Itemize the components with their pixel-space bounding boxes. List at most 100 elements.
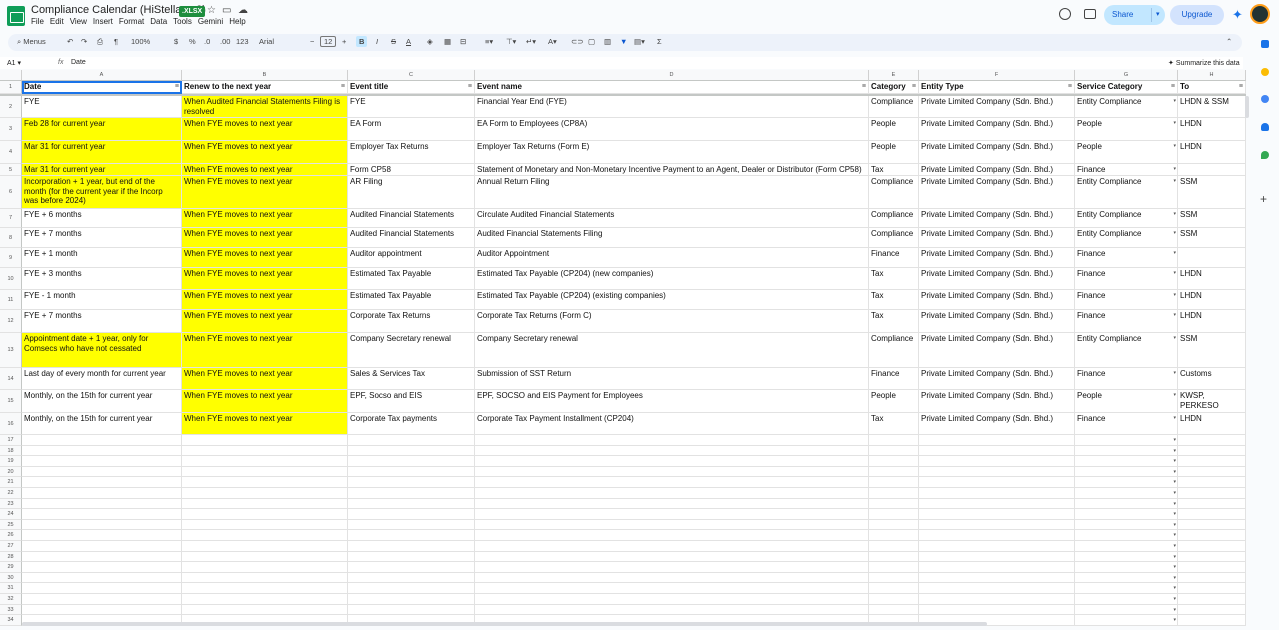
move-folder-icon[interactable]: ▭	[222, 5, 231, 16]
empty-cell-g[interactable]: ▾	[1075, 615, 1178, 626]
dropdown-chevron-icon[interactable]: ▾	[1173, 553, 1176, 562]
table-cell-c[interactable]: EPF, Socso and EIS	[348, 390, 475, 413]
menu-insert[interactable]: Insert	[93, 17, 113, 26]
paint-format-icon[interactable]: ¶	[114, 37, 118, 46]
empty-cell-d[interactable]	[475, 488, 869, 499]
table-cell-e[interactable]: Tax	[869, 310, 919, 333]
table-cell-g[interactable]: Finance ▾	[1075, 248, 1178, 268]
horizontal-align-icon[interactable]: ≡▾	[485, 37, 493, 46]
share-button[interactable]: Share ▾	[1104, 5, 1165, 25]
star-icon[interactable]: ☆	[207, 5, 216, 16]
empty-cell-e[interactable]	[869, 488, 919, 499]
empty-cell-g[interactable]: ▾	[1075, 604, 1178, 616]
empty-cell-b[interactable]	[182, 594, 348, 605]
dropdown-chevron-icon[interactable]: ▾	[1173, 311, 1176, 321]
empty-cell-d[interactable]	[475, 551, 869, 563]
empty-cell-b[interactable]	[182, 604, 348, 616]
empty-cell-a[interactable]	[22, 477, 182, 488]
row-header[interactable]: 17	[0, 435, 22, 446]
row-header[interactable]: 4	[0, 141, 22, 164]
row-header[interactable]: 30	[0, 572, 22, 584]
dropdown-chevron-icon[interactable]: ▾	[1173, 510, 1176, 519]
row-header[interactable]: 8	[0, 228, 22, 248]
dropdown-chevron-icon[interactable]: ▾	[1173, 457, 1176, 466]
dropdown-chevron-icon[interactable]: ▾	[1173, 165, 1176, 175]
text-rotation-icon[interactable]: A▾	[548, 37, 557, 46]
empty-cell-a[interactable]	[22, 583, 182, 594]
table-cell-h[interactable]: LHDN	[1178, 141, 1246, 164]
table-cell-d[interactable]: Corporate Tax Payment Installment (CP204…	[475, 413, 869, 435]
row-header[interactable]: 23	[0, 498, 22, 510]
filter-icon[interactable]: ▼	[620, 37, 627, 46]
table-cell-e[interactable]: Tax	[869, 164, 919, 176]
empty-cell-e[interactable]	[869, 519, 919, 531]
table-cell-d[interactable]: Estimated Tax Payable (CP204) (new compa…	[475, 268, 869, 290]
empty-cell-h[interactable]	[1178, 615, 1246, 626]
table-cell-f[interactable]: Private Limited Company (Sdn. Bhd.)	[919, 368, 1075, 390]
dropdown-chevron-icon[interactable]: ▾	[1173, 414, 1176, 424]
table-cell-b[interactable]: When FYE moves to next year	[182, 228, 348, 248]
table-cell-g[interactable]: Entity Compliance ▾	[1075, 228, 1178, 248]
dropdown-chevron-icon[interactable]: ▾	[1173, 595, 1176, 604]
table-cell-b[interactable]: When FYE moves to next year	[182, 164, 348, 176]
table-cell-a[interactable]: Mar 31 for current year	[22, 164, 182, 176]
table-cell-h[interactable]: LHDN	[1178, 310, 1246, 333]
empty-cell-a[interactable]	[22, 519, 182, 531]
table-cell-f[interactable]: Private Limited Company (Sdn. Bhd.)	[919, 268, 1075, 290]
row-header[interactable]: 24	[0, 509, 22, 520]
column-header-f[interactable]: F	[919, 70, 1075, 81]
table-cell-a[interactable]: FYE + 7 months	[22, 228, 182, 248]
contacts-icon[interactable]	[1261, 123, 1269, 131]
empty-cell-e[interactable]	[869, 477, 919, 488]
increase-font-size-button[interactable]: +	[342, 37, 346, 46]
table-cell-g[interactable]: Entity Compliance ▾	[1075, 96, 1178, 118]
empty-cell-c[interactable]	[348, 583, 475, 594]
dropdown-chevron-icon[interactable]: ▾	[1173, 334, 1176, 344]
empty-cell-g[interactable]: ▾	[1075, 519, 1178, 531]
column-header-a[interactable]: A	[22, 70, 182, 81]
dropdown-chevron-icon[interactable]: ▾	[1173, 249, 1176, 259]
dropdown-chevron-icon[interactable]: ▾	[1173, 177, 1176, 187]
borders-icon[interactable]: ▦	[444, 37, 451, 46]
menu-view[interactable]: View	[70, 17, 87, 26]
empty-cell-c[interactable]	[348, 562, 475, 573]
empty-cell-a[interactable]	[22, 445, 182, 457]
empty-cell-g[interactable]: ▾	[1075, 445, 1178, 457]
empty-cell-f[interactable]	[919, 435, 1075, 446]
empty-cell-c[interactable]	[348, 488, 475, 499]
empty-cell-d[interactable]	[475, 456, 869, 467]
table-cell-d[interactable]: Company Secretary renewal	[475, 333, 869, 368]
empty-cell-e[interactable]	[869, 594, 919, 605]
table-cell-e[interactable]: Compliance	[869, 176, 919, 209]
table-cell-d[interactable]: Submission of SST Return	[475, 368, 869, 390]
table-cell-a[interactable]: FYE - 1 month	[22, 290, 182, 310]
dropdown-chevron-icon[interactable]: ▾	[1173, 606, 1176, 615]
table-cell-g[interactable]: Finance ▾	[1075, 310, 1178, 333]
percent-format-button[interactable]: %	[189, 37, 196, 46]
empty-cell-g[interactable]: ▾	[1075, 435, 1178, 446]
dropdown-chevron-icon[interactable]: ▾	[1173, 369, 1176, 379]
table-cell-b[interactable]: When FYE moves to next year	[182, 118, 348, 141]
column-header-b[interactable]: B	[182, 70, 348, 81]
dropdown-chevron-icon[interactable]: ▾	[1173, 468, 1176, 477]
undo-icon[interactable]: ↶	[67, 37, 73, 46]
empty-cell-e[interactable]	[869, 466, 919, 478]
dropdown-chevron-icon[interactable]: ▾	[1173, 229, 1176, 239]
menu-edit[interactable]: Edit	[50, 17, 64, 26]
avatar[interactable]	[1250, 4, 1270, 24]
empty-cell-a[interactable]	[22, 498, 182, 510]
empty-cell-e[interactable]	[869, 435, 919, 446]
fill-color-icon[interactable]: ◈	[427, 37, 433, 46]
table-cell-a[interactable]: FYE + 6 months	[22, 209, 182, 228]
table-cell-e[interactable]: Compliance	[869, 96, 919, 118]
table-cell-c[interactable]: Estimated Tax Payable	[348, 268, 475, 290]
share-dropdown-icon[interactable]: ▾	[1156, 5, 1160, 25]
empty-cell-g[interactable]: ▾	[1075, 562, 1178, 573]
table-cell-h[interactable]: LHDN	[1178, 118, 1246, 141]
table-cell-f[interactable]: Private Limited Company (Sdn. Bhd.)	[919, 164, 1075, 176]
filter-button-icon[interactable]: ≡	[1171, 82, 1175, 92]
table-cell-c[interactable]: Auditor appointment	[348, 248, 475, 268]
table-cell-e[interactable]: People	[869, 390, 919, 413]
empty-cell-c[interactable]	[348, 435, 475, 446]
row-header[interactable]: 27	[0, 541, 22, 552]
